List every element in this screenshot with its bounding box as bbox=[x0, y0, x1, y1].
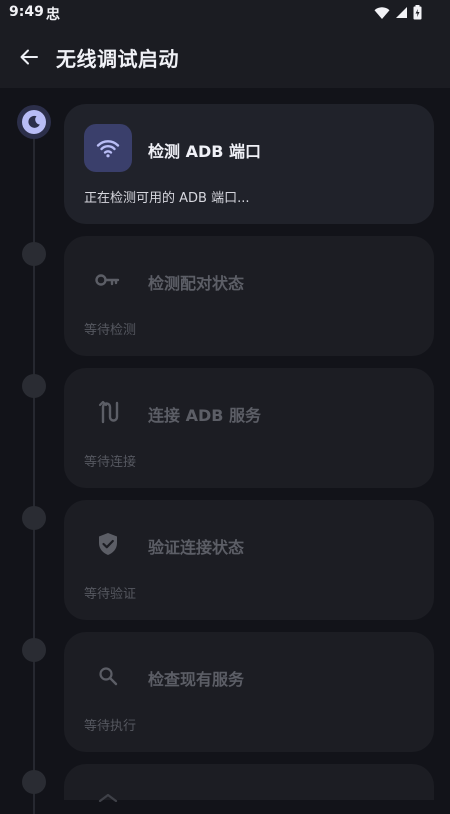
step-node bbox=[22, 374, 46, 398]
back-button[interactable] bbox=[14, 42, 44, 72]
step-title: 连接 ADB 服务 bbox=[148, 406, 262, 425]
step-title: 验证连接状态 bbox=[148, 538, 245, 557]
status-time: 9:49 bbox=[9, 4, 44, 20]
step-status: 正在检测可用的 ADB 端口... bbox=[84, 191, 250, 206]
step-node bbox=[22, 638, 46, 662]
step-node bbox=[22, 242, 46, 266]
step-node-active bbox=[22, 110, 46, 134]
step-icon-box bbox=[84, 256, 132, 304]
step-status: 等待检测 bbox=[84, 323, 137, 338]
status-icons bbox=[374, 5, 422, 20]
step-icon-partial bbox=[98, 794, 118, 802]
step-card-partial[interactable] bbox=[64, 764, 434, 802]
step-icon-box bbox=[84, 124, 132, 172]
step-icon-box bbox=[84, 520, 132, 568]
step-card[interactable]: 验证连接状态 等待验证 bbox=[64, 500, 434, 620]
notification-icon: 忠 bbox=[46, 7, 60, 23]
route-icon bbox=[98, 400, 119, 424]
step-timeline: 检测 ADB 端口 正在检测可用的 ADB 端口... 检测配对状态 等待检测 … bbox=[0, 88, 450, 814]
step-title: 检查现有服务 bbox=[148, 670, 245, 689]
step-status: 等待验证 bbox=[84, 587, 137, 602]
status-bar: 9:49 忠 bbox=[0, 0, 450, 26]
timeline-connector bbox=[33, 134, 35, 814]
wifi-icon bbox=[374, 6, 390, 19]
wifi-icon bbox=[96, 140, 120, 158]
step-card[interactable]: 检查现有服务 等待执行 bbox=[64, 632, 434, 752]
key-icon bbox=[95, 274, 120, 286]
step-node bbox=[22, 506, 46, 530]
step-status: 等待连接 bbox=[84, 455, 137, 470]
signal-icon bbox=[396, 7, 407, 18]
step-node bbox=[22, 770, 46, 794]
battery-icon bbox=[413, 5, 422, 20]
moon-icon bbox=[28, 115, 40, 128]
step-card[interactable]: 连接 ADB 服务 等待连接 bbox=[64, 368, 434, 488]
step-title: 检测配对状态 bbox=[148, 274, 245, 293]
step-title: 检测 ADB 端口 bbox=[148, 142, 262, 161]
arrow-left-icon bbox=[20, 49, 38, 65]
step-status: 等待执行 bbox=[84, 719, 137, 734]
shield-check-icon bbox=[99, 533, 117, 555]
step-icon-box bbox=[84, 388, 132, 436]
step-card[interactable]: 检测配对状态 等待检测 bbox=[64, 236, 434, 356]
page-title: 无线调试启动 bbox=[56, 47, 179, 71]
step-icon-box bbox=[84, 652, 132, 700]
search-icon bbox=[99, 667, 118, 686]
step-card[interactable]: 检测 ADB 端口 正在检测可用的 ADB 端口... bbox=[64, 104, 434, 224]
app-bar: 无线调试启动 bbox=[0, 26, 450, 88]
